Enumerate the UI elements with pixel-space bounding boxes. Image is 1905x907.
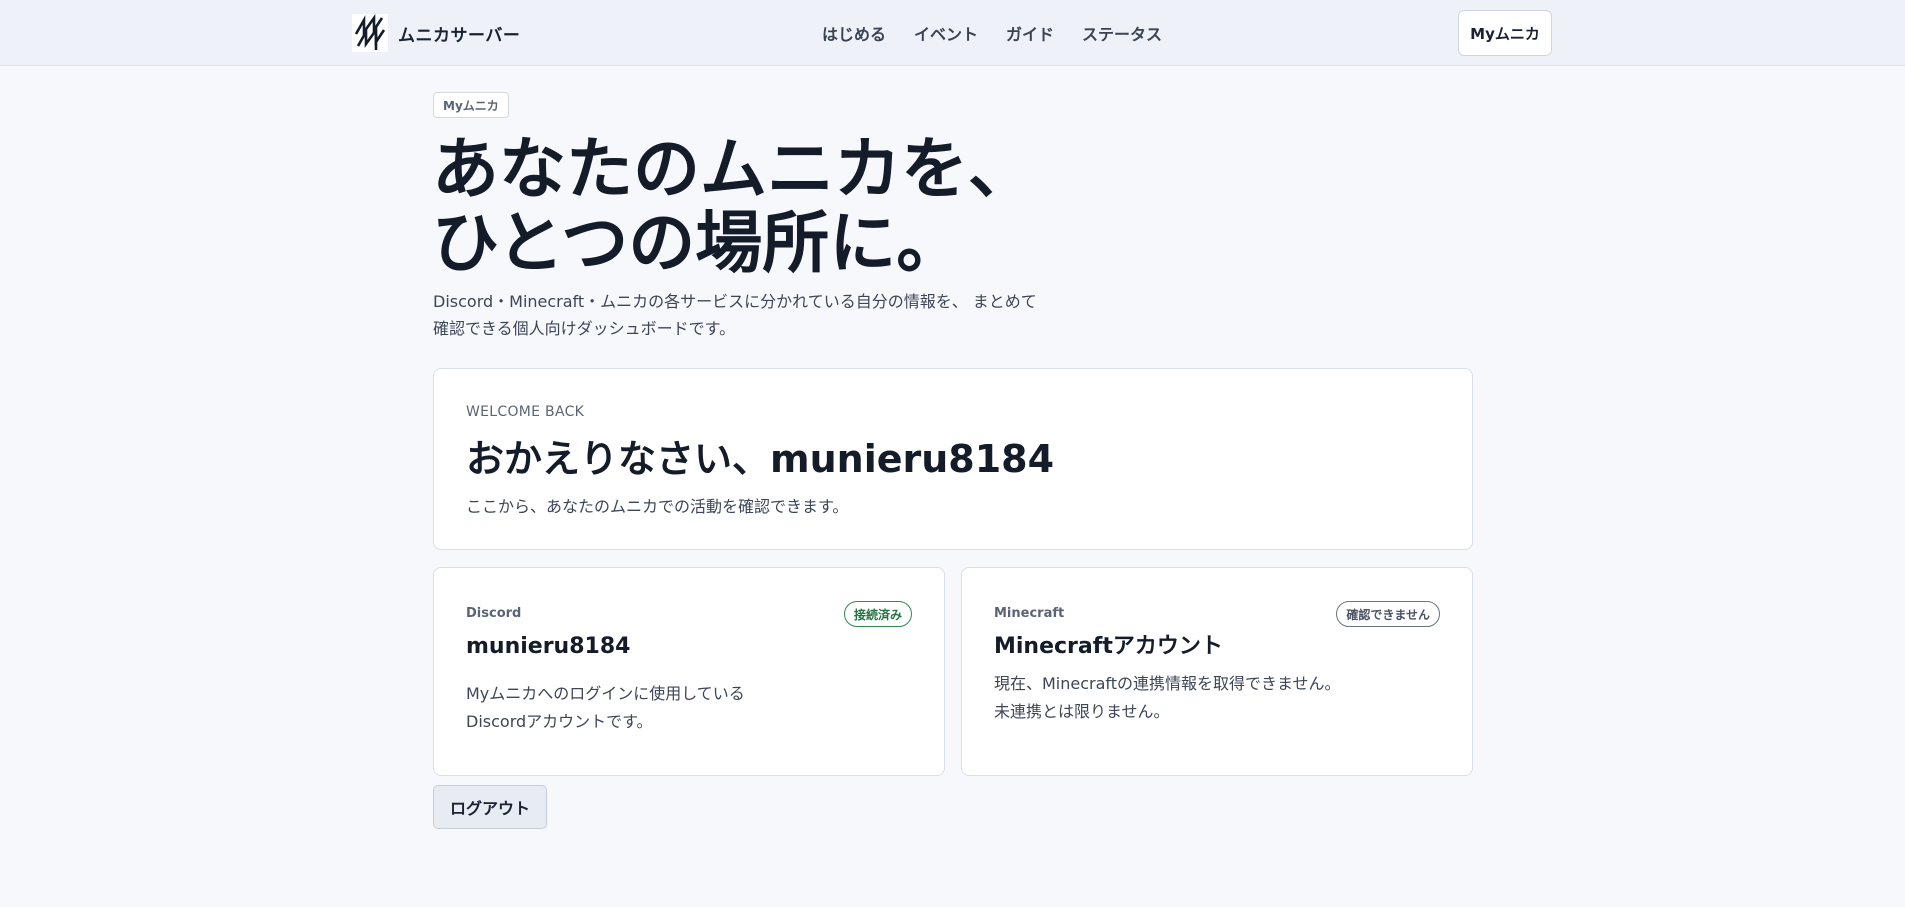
discord-label: Discord — [466, 606, 522, 621]
brand-name: ムニカサーバー — [398, 25, 521, 46]
welcome-eyebrow: WELCOME BACK — [466, 404, 585, 420]
minecraft-description: 現在、Minecraftの連携情報を取得できません。 未連携とは限りません。 — [994, 670, 1434, 726]
brand-home-link[interactable]: ムニカサーバー — [352, 14, 520, 52]
hero-title-line-1: あなたのムニカを、 — [432, 130, 1035, 208]
discord-username: munieru8184 — [466, 634, 631, 659]
site-header: ムニカサーバー はじめる イベント ガイド ステータス Myムニカ — [0, 0, 1905, 66]
minecraft-status-badge: 確認できません — [1336, 601, 1440, 627]
page-badge: Myムニカ — [433, 92, 509, 118]
logout-button[interactable]: ログアウト — [433, 785, 547, 829]
minecraft-account-title: Minecraftアカウント — [994, 634, 1223, 659]
hero-description-line-2: 確認できる個人向けダッシュボードです。 — [433, 319, 736, 338]
hero-description: Discord・Minecraft・ムニカの各サービスに分かれている自分の情報を… — [433, 288, 1093, 342]
discord-description-line-1: Myムニカへのログインに使用している — [466, 684, 745, 703]
nav-item-guide[interactable]: ガイド — [1006, 21, 1054, 45]
nav-item-status[interactable]: ステータス — [1082, 21, 1162, 45]
my-munica-button[interactable]: Myムニカ — [1458, 10, 1552, 56]
minecraft-card: Minecraft 確認できません Minecraftアカウント 現在、Mine… — [961, 567, 1473, 776]
discord-status-badge: 接続済み — [843, 601, 912, 627]
minecraft-description-line-1: 現在、Minecraftの連携情報を取得できません。 — [994, 674, 1341, 693]
minecraft-description-line-2: 未連携とは限りません。 — [994, 702, 1170, 721]
hero-title-line-2: ひとつの場所に。 — [432, 204, 964, 282]
welcome-subtitle: ここから、あなたのムニカでの活動を確認できます。 — [466, 497, 849, 516]
hero-description-line-1: Discord・Minecraft・ムニカの各サービスに分かれている自分の情報を… — [433, 292, 1037, 311]
welcome-title: おかえりなさい、munieru8184 — [466, 437, 1055, 481]
munica-logo-icon — [352, 14, 388, 52]
hero-title: あなたのムニカを、 ひとつの場所に。 — [432, 132, 1132, 280]
welcome-card: WELCOME BACK おかえりなさい、munieru8184 ここから、あな… — [433, 368, 1473, 550]
minecraft-label: Minecraft — [994, 606, 1065, 621]
nav-item-getting-started[interactable]: はじめる — [822, 21, 886, 45]
nav-item-events[interactable]: イベント — [914, 21, 978, 45]
discord-description: Myムニカへのログインに使用している Discordアカウントです。 — [466, 680, 906, 736]
discord-card: Discord 接続済み munieru8184 Myムニカへのログインに使用し… — [433, 567, 945, 776]
main-nav: はじめる イベント ガイド ステータス — [822, 0, 1162, 66]
discord-description-line-2: Discordアカウントです。 — [466, 712, 653, 731]
